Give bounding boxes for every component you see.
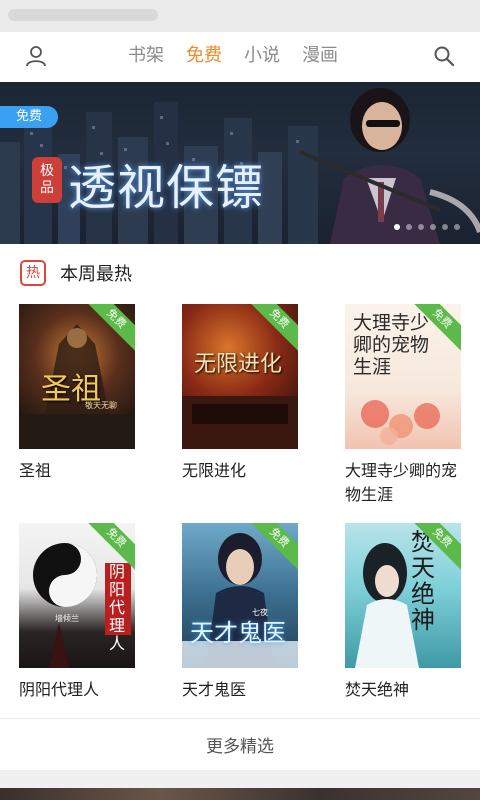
book-title: 大理寺少卿的宠物生涯	[345, 461, 458, 504]
more-picks-label: 更多精选	[206, 737, 274, 757]
banner-category-char: 品	[40, 180, 54, 196]
pagination-dot[interactable]	[406, 224, 412, 230]
top-nav-bar: 书架 免费 小说 漫画	[0, 32, 480, 80]
book-title: 圣祖	[19, 461, 52, 480]
next-banner-peek	[0, 788, 480, 800]
book-cover: 焚天绝神 免费	[345, 523, 461, 668]
book-cover-title: 天才鬼医	[190, 619, 286, 647]
tab-bookshelf[interactable]: 书架	[126, 42, 166, 70]
book-title: 天才鬼医	[182, 680, 247, 699]
book-cover-title: 大理寺少卿的宠物生涯	[353, 312, 430, 378]
tab-free[interactable]: 免费	[184, 42, 224, 70]
section-divider	[0, 770, 480, 788]
tab-comics[interactable]: 漫画	[300, 42, 340, 70]
pagination-dot[interactable]	[430, 224, 436, 230]
book-cover: 大理寺少卿的宠物生涯 免费	[345, 304, 461, 449]
book-cover-title: 阴阳 代理人	[109, 562, 126, 653]
book-item[interactable]: 焚天绝神 免费 焚天绝神	[345, 523, 461, 702]
book-title: 焚天绝神	[345, 680, 410, 699]
banner-title: 透视保镖	[68, 160, 265, 216]
banner-free-tag: 免费	[0, 106, 58, 128]
hot-icon: 热	[20, 260, 46, 286]
pagination-dot[interactable]	[394, 224, 400, 230]
status-bar	[0, 0, 480, 32]
book-cover-author: 七夜	[252, 608, 268, 617]
book-title: 阴阳代理人	[19, 680, 100, 699]
book-cover: 圣祖 敬天无聊 免费	[19, 304, 135, 449]
book-cover: 无限进化 免费	[182, 304, 298, 449]
book-item[interactable]: 阴阳 代理人 墙倾兰 免费 阴阳代理人	[19, 523, 135, 702]
book-item[interactable]: 圣祖 敬天无聊 免费 圣祖	[19, 304, 135, 483]
pagination-dot[interactable]	[418, 224, 424, 230]
status-bar-blurred-content	[8, 9, 158, 21]
search-icon[interactable]	[428, 40, 460, 72]
more-picks-button[interactable]: 更多精选	[0, 718, 480, 770]
book-cover-title: 无限进化	[194, 352, 283, 377]
book-title: 无限进化	[182, 461, 247, 480]
banner-category-char: 极	[40, 163, 54, 179]
book-cover: 阴阳 代理人 墙倾兰 免费	[19, 523, 135, 668]
book-cover-author: 敬天无聊	[85, 401, 117, 410]
user-icon[interactable]	[20, 40, 52, 72]
book-item[interactable]: 无限进化 免费 无限进化	[182, 304, 298, 483]
book-cover: 天才鬼医 七夜 免费	[182, 523, 298, 668]
banner-category-text: 极品	[40, 163, 54, 197]
banner-pagination	[394, 224, 460, 230]
book-item[interactable]: 天才鬼医 七夜 免费 天才鬼医	[182, 523, 298, 702]
tab-novels[interactable]: 小说	[242, 42, 282, 70]
book-item[interactable]: 大理寺少卿的宠物生涯 免费 大理寺少卿的宠物生涯	[345, 304, 461, 507]
pagination-dot[interactable]	[442, 224, 448, 230]
book-cover-author: 墙倾兰	[55, 614, 79, 623]
section-header: 热 本周最热	[20, 258, 132, 288]
section-title: 本周最热	[60, 264, 132, 285]
category-tabs: 书架 免费 小说 漫画	[126, 42, 340, 70]
banner-category-badge: 极品	[32, 157, 62, 203]
pagination-dot[interactable]	[454, 224, 460, 230]
